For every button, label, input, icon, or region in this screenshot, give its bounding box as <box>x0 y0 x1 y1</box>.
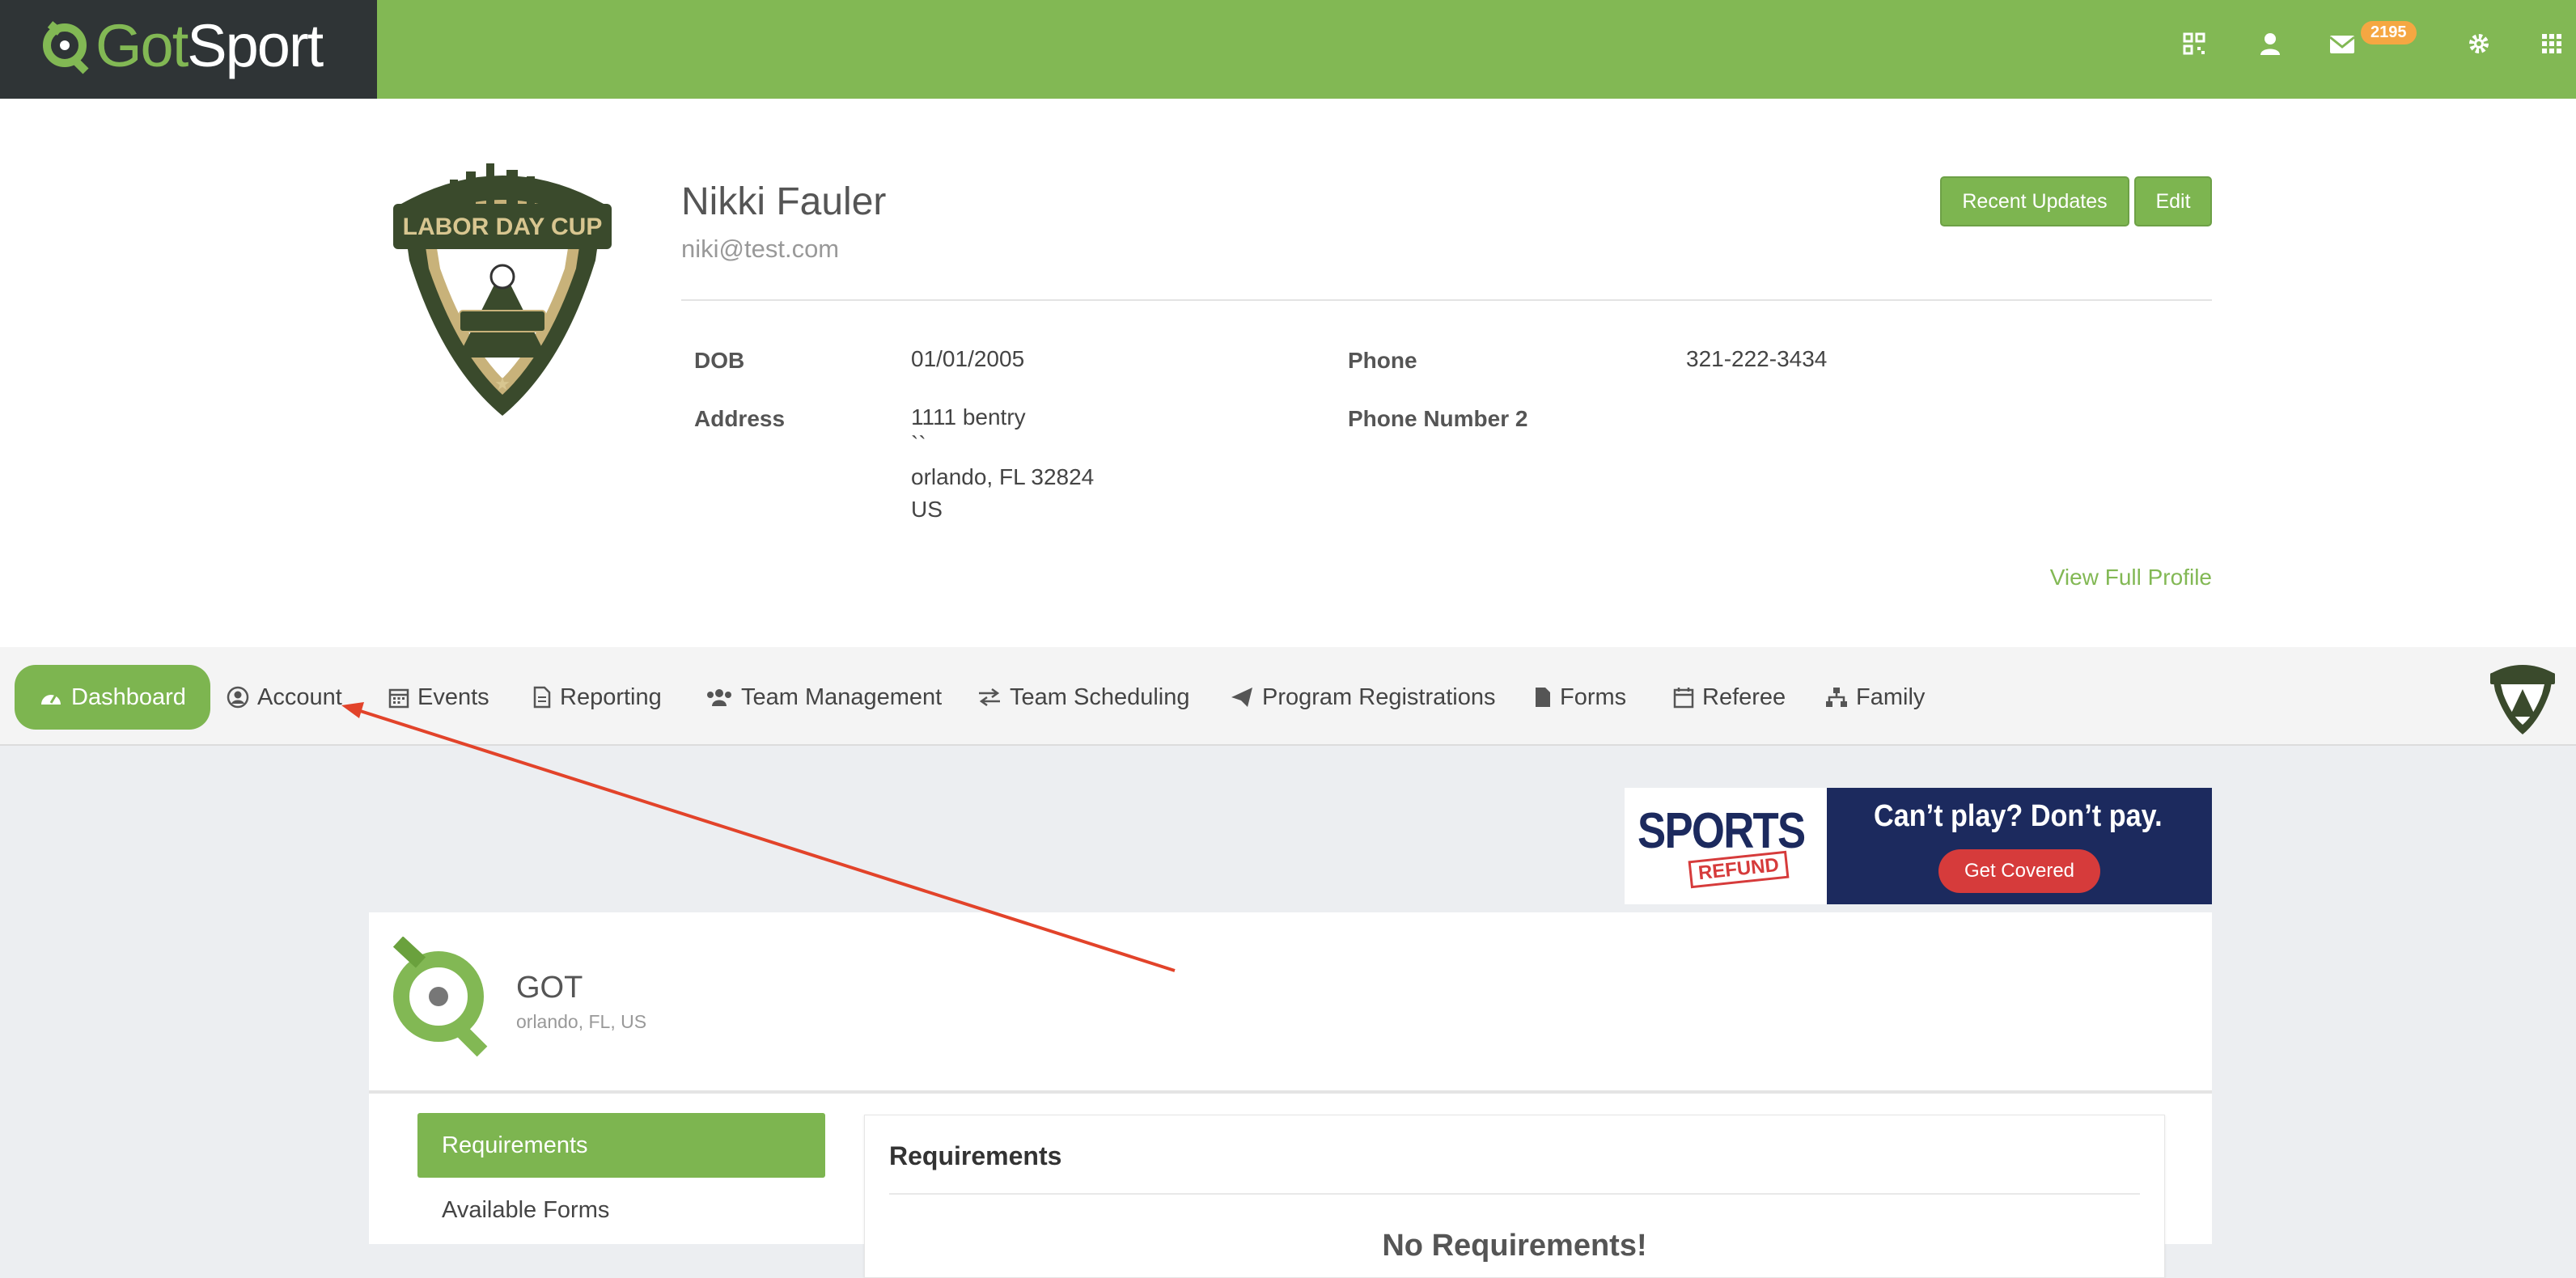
nav-program-registrations[interactable]: Program Registrations <box>1230 665 1496 730</box>
nav-label: Team Scheduling <box>1010 683 1190 710</box>
paper-plane-icon <box>1231 688 1252 707</box>
nav-label: Dashboard <box>71 683 186 710</box>
nav-label: Account <box>257 683 342 710</box>
calendar-icon <box>388 688 409 709</box>
view-full-profile-link[interactable]: View Full Profile <box>2050 565 2212 590</box>
tab-requirements[interactable]: Requirements <box>417 1113 825 1178</box>
phone-number-2-label: Phone Number 2 <box>1348 406 1528 431</box>
qr-code-icon[interactable] <box>2178 28 2210 60</box>
org-name: GOT <box>516 971 583 1005</box>
address-value: 1111 bentry `` orlando, FL 32824 US <box>911 401 1094 526</box>
brand-wordmark: GotSport <box>95 12 324 79</box>
user-circle-icon <box>227 686 249 709</box>
org-divider <box>369 1090 2212 1094</box>
dob-value: 01/01/2005 <box>911 346 1025 371</box>
document-icon <box>533 686 551 709</box>
file-icon <box>1536 688 1550 707</box>
nav-team-management[interactable]: Team Management <box>705 665 942 730</box>
nav-forms[interactable]: Forms <box>1534 665 1626 730</box>
nav-label: Team Management <box>741 683 943 710</box>
org-location: orlando, FL, US <box>516 1011 647 1032</box>
requirements-panel: Requirements No Requirements! <box>864 1115 2165 1278</box>
profile-header: LABOR DAY CUP ★ Nikki Fauler niki@test.c… <box>0 99 2576 647</box>
calendar-o-icon <box>1673 688 1694 709</box>
sitemap-icon <box>1826 688 1847 707</box>
ad-logo: SPORTS REFUND <box>1625 788 1827 904</box>
recent-updates-button[interactable]: Recent Updates <box>1940 176 2129 226</box>
ad-tagline: Can’t play? Don’t pay. <box>1874 799 2163 833</box>
main-nav: Dashboard Account Events Reporting Team … <box>0 647 2576 746</box>
nav-label: Reporting <box>560 683 662 710</box>
address-label: Address <box>694 406 786 431</box>
nav-label: Program Registrations <box>1262 683 1496 710</box>
nav-team-scheduling[interactable]: Team Scheduling <box>977 665 1189 730</box>
exchange-icon <box>979 688 1000 707</box>
gear-icon[interactable] <box>2463 28 2495 60</box>
sports-refund-ad[interactable]: SPORTS REFUND Can’t play? Don’t pay. Get… <box>1625 788 2212 904</box>
club-crest-image: LABOR DAY CUP ★ <box>393 163 612 416</box>
nav-label: Referee <box>1702 683 1786 710</box>
organization-card: GOT orlando, FL, US Requirements Availab… <box>369 912 2212 1278</box>
profile-email: niki@test.com <box>681 235 840 263</box>
tab-available-forms[interactable]: Available Forms <box>442 1197 609 1224</box>
requirements-panel-title: Requirements <box>889 1141 1062 1170</box>
dob-label: DOB <box>694 348 745 373</box>
users-icon <box>707 689 731 706</box>
dashboard-icon <box>41 694 61 705</box>
requirements-divider <box>889 1193 2140 1195</box>
brand-logo[interactable]: GotSport <box>0 0 377 99</box>
phone-label: Phone <box>1348 348 1417 373</box>
nav-dashboard[interactable]: Dashboard <box>15 665 210 730</box>
edit-button[interactable]: Edit <box>2134 176 2212 226</box>
address-line: `` <box>911 432 926 457</box>
got-org-logo-icon <box>392 937 488 1057</box>
crest-title: LABOR DAY CUP <box>403 214 603 240</box>
nav-reporting[interactable]: Reporting <box>532 665 662 730</box>
ad-message: Can’t play? Don’t pay. Get Covered <box>1827 788 2212 904</box>
nav-events[interactable]: Events <box>388 665 489 730</box>
club-crest-thumbnail[interactable] <box>2489 657 2557 736</box>
get-covered-button[interactable]: Get Covered <box>1938 849 2100 893</box>
top-bar: GotSport 2195 <box>0 0 2576 99</box>
nav-family[interactable]: Family <box>1825 665 1925 730</box>
no-requirements-message: No Requirements! <box>1382 1229 1647 1263</box>
gotsport-logo-icon <box>43 21 89 74</box>
apps-grid-icon[interactable] <box>2536 28 2568 60</box>
user-icon[interactable] <box>2254 28 2286 60</box>
nav-referee[interactable]: Referee <box>1673 665 1786 730</box>
nav-label: Events <box>417 683 489 710</box>
message-count-badge[interactable]: 2195 <box>2361 21 2417 44</box>
nav-account[interactable]: Account <box>227 665 342 730</box>
nav-label: Family <box>1856 683 1926 710</box>
profile-name: Nikki Fauler <box>681 180 887 223</box>
svg-text:★: ★ <box>494 374 511 394</box>
envelope-icon[interactable] <box>2325 28 2361 60</box>
address-line: orlando, FL 32824 <box>911 464 1095 489</box>
nav-label: Forms <box>1560 683 1627 710</box>
profile-divider <box>681 299 2212 301</box>
address-line: US <box>911 497 943 522</box>
phone-value: 321-222-3434 <box>1686 346 1828 371</box>
